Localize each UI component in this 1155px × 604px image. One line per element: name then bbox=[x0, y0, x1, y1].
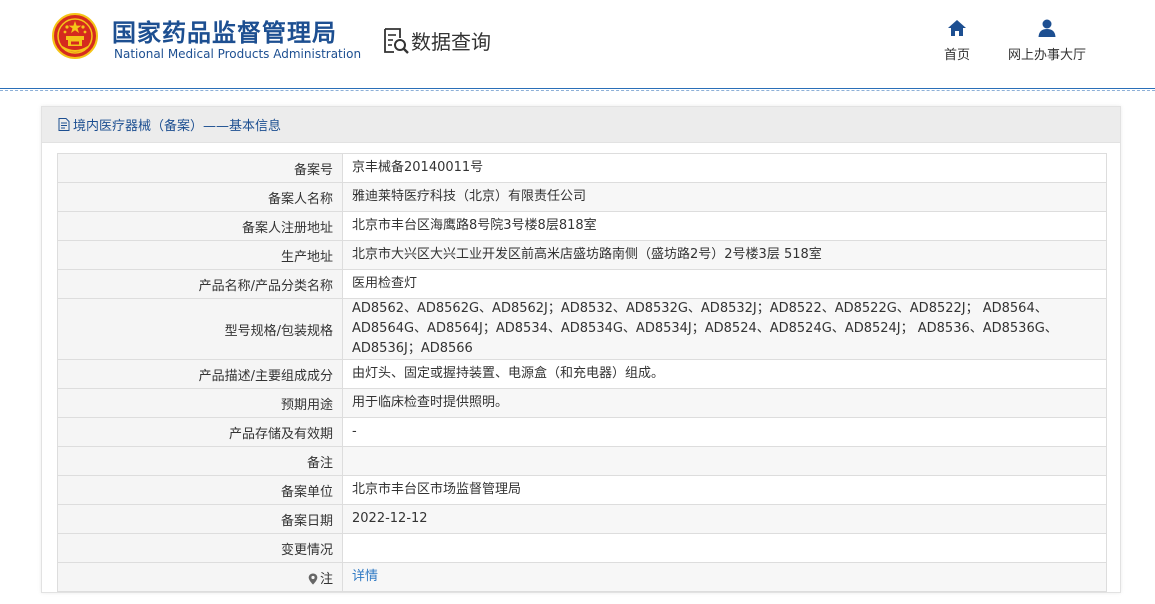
table-row: 产品名称/产品分类名称 医用检查灯 bbox=[57, 269, 1107, 299]
table-row: 备案单位 北京市丰台区市场监督管理局 bbox=[57, 475, 1107, 505]
row-label: 备注 bbox=[57, 446, 343, 476]
row-value: 用于临床检查时提供照明。 bbox=[342, 388, 1107, 418]
row-label: 生产地址 bbox=[57, 240, 343, 270]
row-label: 型号规格/包装规格 bbox=[57, 298, 343, 360]
table-row: 预期用途 用于临床检查时提供照明。 bbox=[57, 388, 1107, 418]
location-pin-icon bbox=[308, 573, 318, 584]
table-row: 生产地址 北京市大兴区大兴工业开发区前高米店盛坊路南侧（盛坊路2号）2号楼3层 … bbox=[57, 240, 1107, 270]
row-label: 备案日期 bbox=[57, 504, 343, 534]
header-divider bbox=[0, 88, 1155, 91]
row-value: - bbox=[342, 417, 1107, 447]
row-label: 备案单位 bbox=[57, 475, 343, 505]
row-value: 详情 bbox=[342, 562, 1107, 592]
document-icon bbox=[58, 118, 70, 131]
info-table: 备案号 京丰械备20140011号 备案人名称 雅迪莱特医疗科技（北京）有限责任… bbox=[57, 153, 1107, 592]
info-panel: 境内医疗器械（备案）——基本信息 备案号 京丰械备20140011号 备案人名称… bbox=[41, 106, 1121, 593]
row-value: 京丰械备20140011号 bbox=[342, 153, 1107, 183]
row-value: 医用检查灯 bbox=[342, 269, 1107, 299]
table-row: 备注 bbox=[57, 446, 1107, 476]
table-row: 备案日期 2022-12-12 bbox=[57, 504, 1107, 534]
info-table-wrapper: 备案号 京丰械备20140011号 备案人名称 雅迪莱特医疗科技（北京）有限责任… bbox=[57, 153, 1107, 592]
table-row: 备案人名称 雅迪莱特医疗科技（北京）有限责任公司 bbox=[57, 182, 1107, 212]
row-value: 雅迪莱特医疗科技（北京）有限责任公司 bbox=[342, 182, 1107, 212]
nav-home-label: 首页 bbox=[943, 48, 970, 63]
site-header: 国家药品监督管理局 National Medical Products Admi… bbox=[0, 0, 1155, 91]
nav-service-hall-link[interactable]: 网上办事大厅 bbox=[1004, 18, 1090, 63]
table-row: 注 详情 bbox=[57, 562, 1107, 592]
row-label: 产品名称/产品分类名称 bbox=[57, 269, 343, 299]
table-row: 型号规格/包装规格 AD8562、AD8562G、AD8562J；AD8532、… bbox=[57, 298, 1107, 360]
row-label: 备案人名称 bbox=[57, 182, 343, 212]
row-label: 备案号 bbox=[57, 153, 343, 183]
row-label-note: 注 bbox=[57, 562, 343, 592]
panel-title: 境内医疗器械（备案）——基本信息 bbox=[73, 119, 282, 134]
table-row: 产品描述/主要组成成分 由灯头、固定或握持装置、电源盒（和充电器）组成。 bbox=[57, 359, 1107, 389]
row-value: 北京市丰台区市场监督管理局 bbox=[342, 475, 1107, 505]
row-label: 变更情况 bbox=[57, 533, 343, 563]
row-value: 北京市丰台区海鹰路8号院3号楼8层818室 bbox=[342, 211, 1107, 241]
table-row: 产品存储及有效期 - bbox=[57, 417, 1107, 447]
nav-home-link[interactable]: 首页 bbox=[936, 18, 978, 63]
user-icon bbox=[1038, 19, 1056, 37]
row-value bbox=[342, 533, 1107, 563]
details-link[interactable]: 详情 bbox=[352, 569, 378, 584]
table-row: 备案号 京丰械备20140011号 bbox=[57, 153, 1107, 183]
nav-service-label: 网上办事大厅 bbox=[1007, 48, 1086, 63]
panel-header: 境内医疗器械（备案）——基本信息 bbox=[42, 107, 1120, 143]
row-label: 预期用途 bbox=[57, 388, 343, 418]
row-label: 产品存储及有效期 bbox=[57, 417, 343, 447]
brand-title-cn: 国家药品监督管理局 bbox=[112, 19, 337, 47]
row-value: 北京市大兴区大兴工业开发区前高米店盛坊路南侧（盛坊路2号）2号楼3层 518室 bbox=[342, 240, 1107, 270]
national-emblem-icon bbox=[52, 13, 98, 59]
table-row: 变更情况 bbox=[57, 533, 1107, 563]
row-label: 备案人注册地址 bbox=[57, 211, 343, 241]
row-value: 2022-12-12 bbox=[342, 504, 1107, 534]
note-label-text: 注 bbox=[319, 571, 333, 587]
table-row: 备案人注册地址 北京市丰台区海鹰路8号院3号楼8层818室 bbox=[57, 211, 1107, 241]
row-label: 产品描述/主要组成成分 bbox=[57, 359, 343, 389]
page-title: 数据查询 bbox=[411, 30, 491, 54]
data-query-icon bbox=[384, 28, 409, 54]
row-value: 由灯头、固定或握持装置、电源盒（和充电器）组成。 bbox=[342, 359, 1107, 389]
row-value: AD8562、AD8562G、AD8562J；AD8532、AD8532G、AD… bbox=[342, 298, 1107, 360]
row-value bbox=[342, 446, 1107, 476]
home-icon bbox=[948, 20, 966, 36]
brand-title-en: National Medical Products Administration bbox=[114, 47, 362, 61]
